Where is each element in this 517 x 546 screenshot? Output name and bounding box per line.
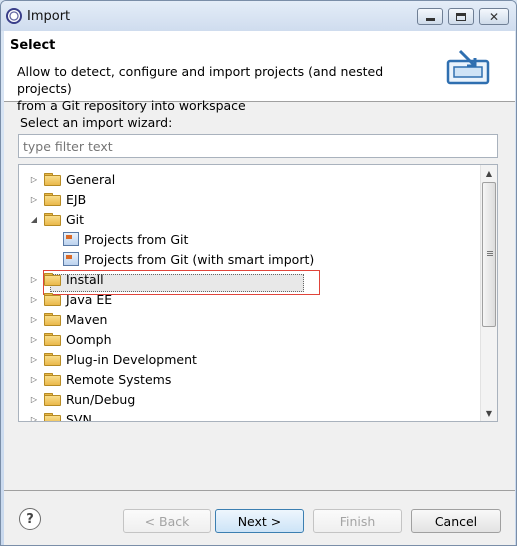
tree-item-projects-from-git[interactable]: Projects from Git xyxy=(63,229,188,249)
description-line-1: Allow to detect, configure and import pr… xyxy=(17,64,384,96)
window-title: Import xyxy=(27,9,71,24)
tree-item-label: EJB xyxy=(66,191,87,207)
next-button[interactable]: Next > xyxy=(215,509,304,533)
close-button[interactable]: ✕ xyxy=(479,8,509,25)
tree-item-label: Git xyxy=(66,211,85,227)
folder-icon xyxy=(44,193,61,206)
tree-item-label: General xyxy=(66,171,116,187)
wizard-label: Select an import wizard: xyxy=(20,115,173,130)
help-button[interactable]: ? xyxy=(19,508,41,530)
page-title: Select xyxy=(10,38,56,53)
finish-button[interactable]: Finish xyxy=(313,509,402,533)
eclipse-icon xyxy=(6,8,22,24)
cancel-button[interactable]: Cancel xyxy=(411,509,501,533)
title-bar[interactable]: Import ✕ xyxy=(1,1,516,31)
tree-item-general[interactable]: ▷ General xyxy=(29,169,115,189)
folder-icon xyxy=(44,173,61,186)
dialog-content: Select Allow to detect, configure and im… xyxy=(4,31,515,545)
scrollbar-thumb[interactable] xyxy=(482,182,496,327)
tree-item-git[interactable]: ◢ Git xyxy=(29,209,84,229)
footer-divider xyxy=(4,490,515,491)
vertical-scrollbar[interactable]: ▲ ▼ xyxy=(480,165,497,421)
minimize-icon xyxy=(425,18,435,21)
tree-item-label: Projects from Git xyxy=(84,231,189,247)
filter-input[interactable] xyxy=(18,134,498,158)
import-banner-icon xyxy=(446,49,490,85)
wizard-header: Select Allow to detect, configure and im… xyxy=(4,31,515,113)
scroll-up-icon[interactable]: ▲ xyxy=(481,165,497,181)
selected-row xyxy=(50,274,304,292)
maximize-icon xyxy=(456,12,466,21)
maximize-button[interactable] xyxy=(448,8,474,25)
folder-open-icon xyxy=(44,213,61,226)
expand-arrow-icon[interactable]: ▷ xyxy=(29,174,39,184)
import-dialog: Import ✕ Select Allow to detect, configu… xyxy=(0,0,517,546)
description-line-2: from a Git repository into workspace xyxy=(17,98,246,113)
minimize-button[interactable] xyxy=(417,8,443,25)
close-icon: ✕ xyxy=(488,9,500,24)
page-description: Allow to detect, configure and import pr… xyxy=(17,63,427,114)
grip-icon xyxy=(487,251,493,252)
collapse-arrow-icon[interactable]: ◢ xyxy=(29,214,39,224)
tree-item-ejb[interactable]: ▷ EJB xyxy=(29,189,86,209)
back-button[interactable]: < Back xyxy=(123,509,211,533)
git-wizard-icon xyxy=(63,232,79,246)
scroll-down-icon[interactable]: ▼ xyxy=(481,405,497,421)
expand-arrow-icon[interactable]: ▷ xyxy=(29,194,39,204)
